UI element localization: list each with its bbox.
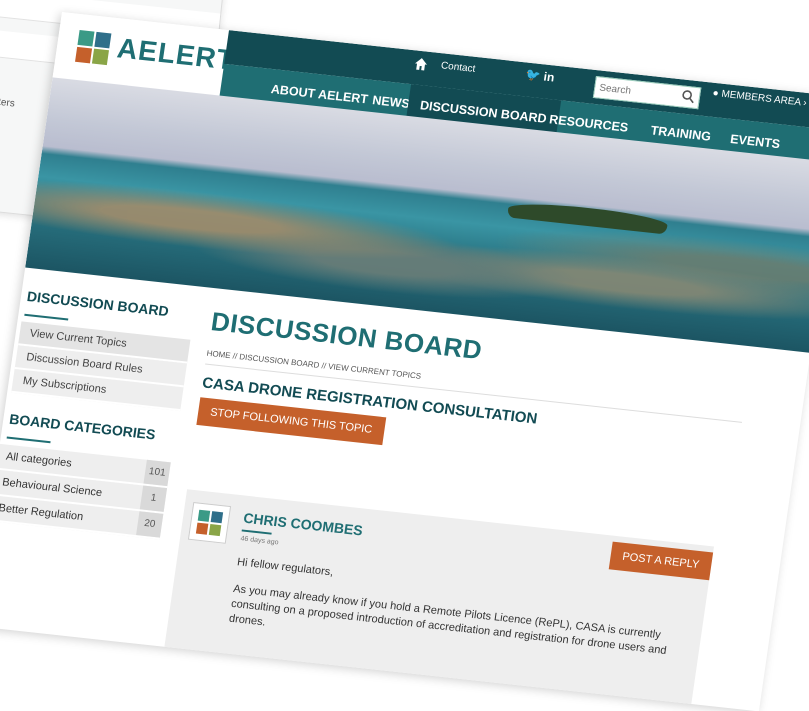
brand-name: AELERT — [115, 32, 237, 76]
category-count: 20 — [136, 511, 164, 538]
category-count: 1 — [139, 485, 168, 512]
post-card: CHRIS COOMBES 46 days ago POST A REPLY H… — [164, 489, 714, 706]
post-timestamp: 46 days ago — [240, 535, 279, 547]
social-links: 🐦 in — [525, 67, 556, 84]
category-label: All categories — [5, 450, 73, 470]
search-icon[interactable] — [680, 88, 696, 104]
post-author[interactable]: CHRIS COOMBES — [242, 510, 363, 539]
post-reply-button[interactable]: POST A REPLY — [608, 541, 714, 581]
search-input[interactable] — [594, 78, 685, 106]
members-area-link[interactable]: ● MEMBERS AREA › — [712, 88, 807, 109]
divider — [24, 313, 69, 321]
category-label: Better Regulation — [0, 502, 84, 524]
avatar — [187, 502, 232, 544]
twitter-icon[interactable]: 🐦 — [525, 67, 542, 82]
divider — [241, 529, 272, 535]
aelert-page: AELERT Contact 🐦 in ● MEMBERS AREA › ABO… — [0, 12, 809, 711]
contact-link[interactable]: Contact — [440, 60, 476, 75]
category-label: Behavioural Science — [1, 476, 103, 500]
search-box — [592, 76, 702, 110]
logo-icon — [75, 30, 112, 66]
category-count: 101 — [143, 459, 171, 487]
home-icon[interactable] — [413, 56, 429, 71]
divider — [6, 436, 51, 444]
user-icon: ● — [711, 87, 720, 100]
members-area-label: MEMBERS AREA › — [720, 88, 808, 109]
linkedin-icon[interactable]: in — [543, 69, 556, 84]
background-row-text: atters — [0, 95, 16, 110]
post-body: Hi fellow regulators, As you may already… — [226, 555, 695, 688]
sidebar: DISCUSSION BOARD View Current Topics Dis… — [0, 268, 199, 604]
